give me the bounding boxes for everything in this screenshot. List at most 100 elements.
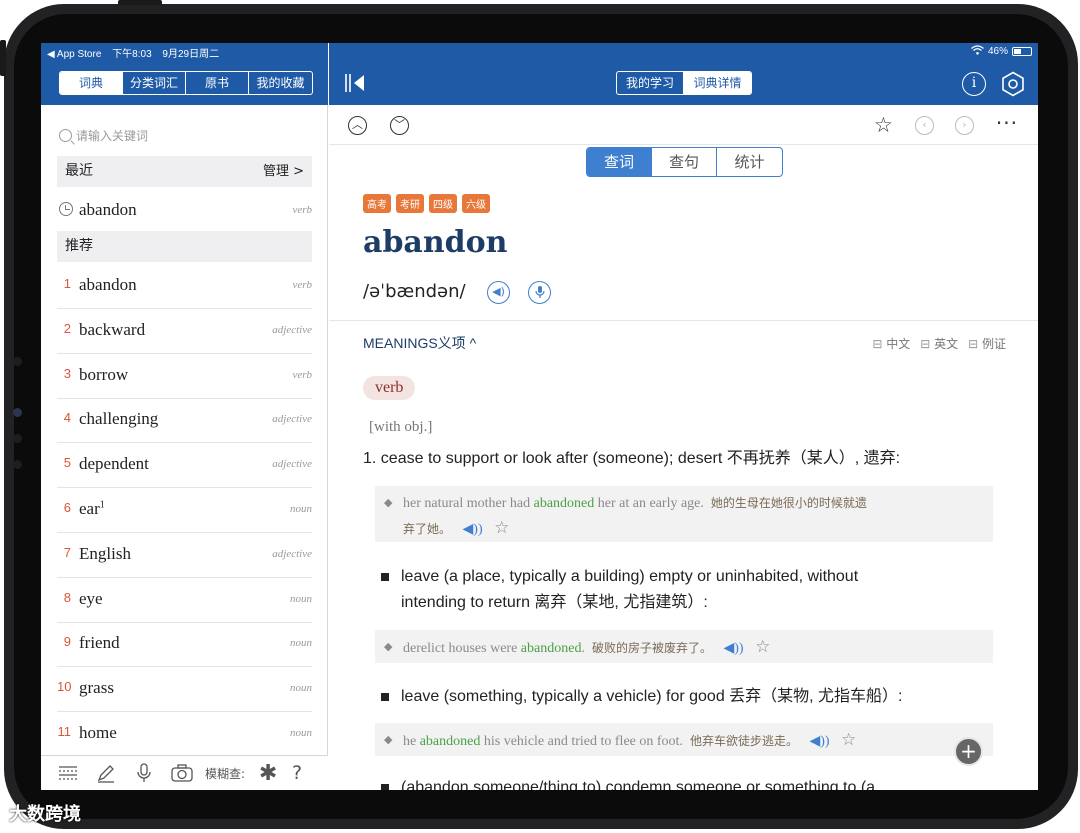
- recent-item[interactable]: abandon verb: [57, 195, 312, 225]
- fuzzy-search-label: 模糊查:: [205, 766, 246, 781]
- toggle-examples[interactable]: 例证: [968, 335, 1006, 352]
- tag-cet6: 六级: [462, 194, 490, 213]
- detail-pane: 我的学习 词典详情 i ︿ ﹀ ☆ ‹ › ··· 查词 查句 统计 高考 考研…: [329, 43, 1038, 790]
- example-3: ◆ he abandoned his vehicle and tried to …: [375, 723, 993, 756]
- list-item-pos: noun: [290, 637, 312, 650]
- list-item[interactable]: 9 friend noun: [57, 622, 312, 668]
- tab-dictionary-detail[interactable]: 词典详情: [684, 72, 751, 94]
- list-item[interactable]: 5 dependent adjective: [57, 443, 312, 489]
- left-toolbar: 模糊查: ✱ ?: [41, 755, 328, 790]
- help-button[interactable]: ?: [283, 760, 311, 786]
- tab-dictionary[interactable]: 词典: [60, 72, 123, 94]
- settings-hexagon-icon[interactable]: [1000, 71, 1026, 101]
- list-item-word: backward: [79, 319, 146, 339]
- tab-categories[interactable]: 分类词汇: [123, 72, 186, 94]
- list-item-word: borrow: [79, 364, 129, 384]
- toggle-chinese[interactable]: 中文: [872, 335, 910, 352]
- toggle-english[interactable]: 英文: [920, 335, 958, 352]
- list-item[interactable]: 7 English adjective: [57, 533, 312, 578]
- asterisk-icon[interactable]: ✱: [253, 760, 283, 786]
- divider: [329, 320, 1038, 321]
- wifi-icon: [971, 45, 984, 58]
- list-item-pos: noun: [290, 503, 312, 515]
- list-item-number: 5: [63, 455, 71, 471]
- info-icon[interactable]: i: [962, 72, 986, 96]
- recommend-label: 推荐: [65, 238, 93, 254]
- speaker-icon[interactable]: ◀)): [723, 641, 743, 656]
- list-item[interactable]: 6 ear1 noun: [57, 488, 312, 533]
- list-item-word: eye: [79, 588, 103, 608]
- list-item-word: ear1: [79, 499, 105, 518]
- list-item-pos: adjective: [272, 323, 312, 336]
- add-floating-button[interactable]: +: [954, 737, 983, 766]
- tab-statistics[interactable]: 统计: [717, 148, 782, 176]
- tab-original-book[interactable]: 原书: [186, 72, 249, 94]
- history-forward-button[interactable]: ›: [955, 116, 974, 135]
- battery-percent: 46%: [987, 46, 1008, 57]
- list-item-pos: adjective: [272, 458, 312, 471]
- recent-header: 最近 管理 >: [57, 156, 312, 187]
- meanings-toggle[interactable]: MEANINGS义项 ^: [363, 333, 476, 353]
- speaker-icon[interactable]: ◀)): [809, 734, 829, 749]
- search-placeholder: 请输入关键词: [76, 129, 149, 143]
- back-to-app-store[interactable]: ◀ App Store: [47, 49, 101, 60]
- speaker-icon[interactable]: ◀): [487, 281, 510, 304]
- list-item[interactable]: 2 backward adjective: [57, 309, 312, 354]
- search-icon: [59, 129, 72, 142]
- microphone-icon[interactable]: [528, 281, 551, 304]
- ipad-device: 词典 分类词汇 原书 我的收藏 请输入关键词 最近 管理 > abandon v…: [0, 0, 1080, 833]
- study-tabs: 我的学习 词典详情: [616, 71, 752, 95]
- star-icon[interactable]: ☆: [841, 730, 856, 749]
- search-input[interactable]: 请输入关键词: [59, 127, 148, 144]
- sense-1a: leave (a place, typically a building) em…: [381, 564, 858, 616]
- app-screen: 词典 分类词汇 原书 我的收藏 请输入关键词 最近 管理 > abandon v…: [41, 43, 1038, 790]
- list-item[interactable]: 1 abandon verb: [57, 264, 312, 309]
- list-item-pos: noun: [290, 682, 312, 695]
- camera-icon[interactable]: [163, 760, 201, 786]
- list-item-pos: verb: [292, 368, 312, 381]
- list-item[interactable]: 10 grass noun: [57, 667, 312, 713]
- list-item-number: 10: [57, 679, 72, 695]
- speaker-icon[interactable]: ◀)): [463, 522, 483, 537]
- recent-pos: verb: [292, 204, 312, 216]
- sense-1c: (abandon someone/thing to) condemn someo…: [381, 775, 875, 790]
- star-icon[interactable]: ☆: [755, 637, 770, 656]
- history-back-button[interactable]: ‹: [915, 116, 934, 135]
- tab-lookup-sentence[interactable]: 查句: [652, 148, 717, 176]
- sense-1b: leave (something, typically a vehicle) f…: [381, 684, 903, 710]
- collapse-sidebar-icon[interactable]: [344, 73, 366, 93]
- list-item-pos: adjective: [272, 547, 312, 560]
- microphone-icon[interactable]: [125, 760, 163, 786]
- list-item-word: English: [79, 543, 131, 563]
- watermark-logo: 大数跨境: [9, 804, 81, 825]
- list-icon[interactable]: [49, 760, 87, 786]
- favorite-star-icon[interactable]: ☆: [874, 113, 893, 137]
- status-time: 下午8:03: [112, 49, 152, 60]
- example-2: ◆ derelict houses were abandoned. 破败的房子被…: [375, 630, 993, 663]
- list-item-number: 7: [63, 544, 71, 560]
- manage-button[interactable]: 管理 >: [263, 156, 304, 187]
- list-item[interactable]: 8 eye noun: [57, 578, 312, 623]
- tab-lookup-word[interactable]: 查词: [587, 148, 652, 176]
- list-item-word: abandon: [79, 275, 137, 294]
- language-toggles: 中文 英文 例证: [872, 335, 1006, 352]
- more-options-icon[interactable]: ···: [996, 111, 1018, 135]
- phonetic: /əˈbændən/: [363, 281, 466, 302]
- list-item-word: dependent: [79, 454, 149, 474]
- tag-gaokao: 高考: [363, 194, 391, 213]
- list-item-number: 1: [63, 276, 71, 291]
- next-entry-button[interactable]: ﹀: [390, 116, 409, 135]
- tab-my-study[interactable]: 我的学习: [617, 72, 684, 94]
- list-item-number: 11: [57, 724, 72, 739]
- word-toolbar: ︿ ﹀ ☆ ‹ › ···: [329, 105, 1038, 145]
- example-1: ◆ her natural mother had abandoned her a…: [375, 486, 993, 542]
- star-icon[interactable]: ☆: [494, 518, 509, 537]
- list-item[interactable]: 4 challenging adjective: [57, 398, 312, 444]
- list-item[interactable]: 3 borrow verb: [57, 354, 312, 399]
- pen-icon[interactable]: [87, 760, 125, 786]
- sense-1: 1. cease to support or look after (someo…: [363, 450, 901, 467]
- tab-favorites[interactable]: 我的收藏: [249, 72, 312, 94]
- word-list-pane: 词典 分类词汇 原书 我的收藏 请输入关键词 最近 管理 > abandon v…: [41, 43, 328, 790]
- previous-entry-button[interactable]: ︿: [348, 116, 367, 135]
- list-item[interactable]: 11 home noun: [57, 712, 312, 757]
